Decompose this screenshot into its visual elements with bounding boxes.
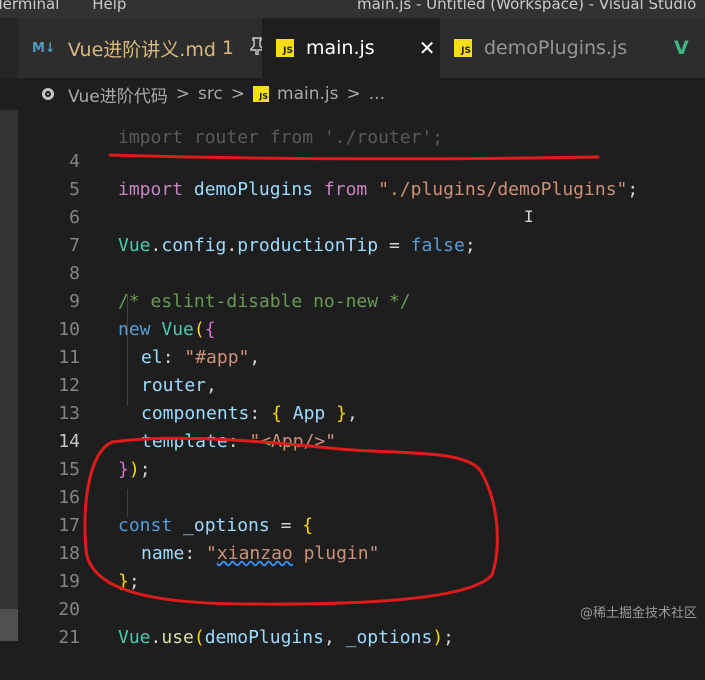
code-line: 15	[18, 428, 705, 480]
tab-main-js[interactable]: JS main.js ✕	[262, 18, 440, 78]
tab-vue-file[interactable]: V	[660, 18, 705, 78]
code-line: 4 import demoPlugins from "./plugins/dem…	[18, 120, 705, 200]
text-cursor-icon: I	[524, 207, 534, 226]
watermark: @稀土掘金技术社区	[579, 606, 697, 621]
code-line: 20 Vue.use(demoPlugins, _options);	[18, 568, 705, 648]
code-line-current: 14 });	[18, 400, 705, 480]
code-line: 9 new Vue({	[18, 260, 705, 340]
code-line: 16 const _options = {	[18, 456, 705, 536]
close-icon[interactable]: ✕	[419, 36, 436, 60]
code-line: 13 template: "<App/>"	[18, 372, 705, 452]
code-line: 5	[18, 148, 705, 200]
js-file-icon: JS	[276, 39, 294, 57]
code-line: 6 Vue.config.productionTip = false;	[18, 176, 705, 256]
js-file-icon: JS	[454, 39, 472, 57]
code-line: 17 name: "xianzao plugin"	[18, 484, 705, 564]
menu-terminal[interactable]: Terminal	[0, 0, 59, 13]
code-line: 8 /* eslint-disable no-new */	[18, 232, 705, 312]
markdown-icon: M↓	[32, 40, 56, 56]
code-line: 7	[18, 204, 705, 256]
code-line: 11 router,	[18, 316, 705, 396]
code-line: 18 };	[18, 512, 705, 592]
code-line: 19	[18, 540, 705, 592]
code-line: 12 components: { App },	[18, 344, 705, 424]
menu-help[interactable]: Help	[92, 0, 126, 13]
activity-active-indicator[interactable]	[0, 609, 18, 641]
line-number: 21	[58, 627, 80, 648]
line-code: Vue.use(demoPlugins, _options);	[118, 627, 455, 648]
activity-bar	[0, 110, 18, 641]
tab-vue-notes-md[interactable]: M↓ Vue进阶讲义.md 1	[18, 18, 264, 78]
editor-tabs: M↓ Vue进阶讲义.md 1 JS main.js ✕ JS demoPlug…	[0, 18, 705, 78]
problem-count: 1	[221, 37, 234, 59]
tab-demoplugins-js[interactable]: JS demoPlugins.js	[440, 18, 660, 78]
tab-label: demoPlugins.js	[484, 37, 628, 59]
window-title: main.js - Untitled (Workspace) - Visual …	[357, 0, 697, 13]
code-line: 10 el: "#app",	[18, 288, 705, 368]
vue-file-icon: V	[674, 37, 689, 59]
code-editor[interactable]: import router from './router'; 4 import …	[18, 110, 705, 648]
menu-bar: Terminal Help	[0, 0, 154, 13]
tab-label: main.js	[306, 37, 375, 59]
title-bar: Terminal Help main.js - Untitled (Worksp…	[0, 0, 705, 18]
tab-label: Vue进阶讲义.md	[67, 38, 216, 61]
